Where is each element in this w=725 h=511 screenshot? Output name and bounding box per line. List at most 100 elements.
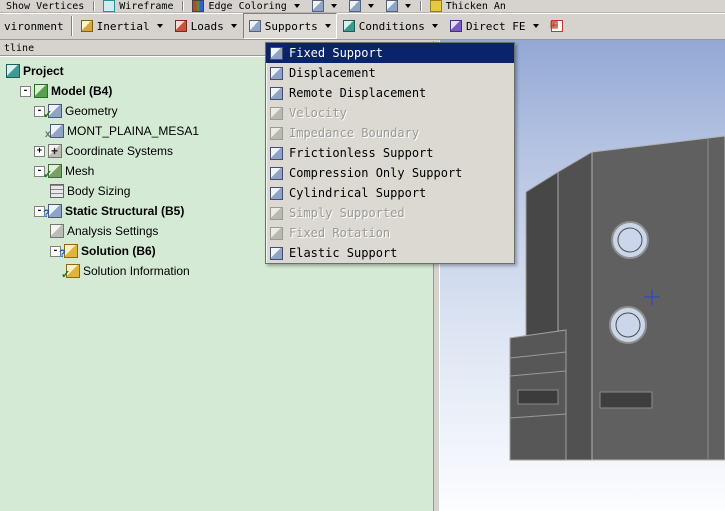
tree-item-label: Analysis Settings [67,224,159,238]
menu-item-elastic-support[interactable]: Elastic Support [266,243,514,263]
menu-item-label: Remote Displacement [289,86,427,100]
geometry-icon [43,104,62,121]
tree-item-label: Body Sizing [67,184,131,198]
menu-item-velocity: Velocity [266,103,514,123]
coordinate-systems-icon [48,144,62,161]
environment-toolbar: vironment Inertial Loads Supports Condit… [0,13,725,40]
wireframe-icon [103,0,116,12]
outline-header-label: tline [4,42,35,54]
tree-item-label: Project [23,64,64,78]
supports-icon [248,20,261,32]
dropdown-arrow-icon [293,4,300,8]
conditions-button[interactable]: Conditions [337,13,444,39]
edge-coloring-icon [192,0,205,12]
tree-item-label: Solution (B6) [81,244,156,258]
show-vertices-label: Show Vertices [6,0,85,12]
direct-fe-label: Direct FE [465,19,526,33]
menu-item-cylindrical-support[interactable]: Cylindrical Support [266,183,514,203]
wireframe-button[interactable]: Wireframe [97,0,179,12]
tree-item-label: Static Structural (B5) [65,204,185,218]
dropdown-arrow-icon [532,24,539,28]
body-sizing-icon [50,184,64,198]
thicken-annotations-label: Thicken An [445,0,506,12]
dropdown-arrow-icon [324,24,331,28]
thicken-annotations-button[interactable]: Thicken An [424,0,512,12]
tree-item-label: Coordinate Systems [65,144,174,158]
edge-option2-button[interactable] [343,0,380,12]
edge-option-button[interactable] [306,0,343,12]
remote-displacement-icon [270,86,283,100]
tree-item-label: Mesh [65,164,95,178]
edge-option2-icon [348,0,361,12]
model-icon [34,84,48,98]
menu-item-impedance-boundary: Impedance Boundary [266,123,514,143]
conditions-label: Conditions [358,19,425,33]
conditions-icon [342,20,355,32]
menu-item-compression-only-support[interactable]: Compression Only Support [266,163,514,183]
nodal-orientation-button[interactable] [545,13,569,39]
dropdown-arrow-icon [330,4,337,8]
elastic-support-icon [270,246,283,260]
show-vertices-button[interactable]: Show Vertices [0,0,90,12]
dropdown-arrow-icon [156,24,163,28]
supports-label: Supports [264,19,318,33]
impedance-boundary-icon [270,126,283,140]
menu-item-label: Elastic Support [289,246,398,260]
tree-item-label: Solution Information [83,264,190,278]
solution-information-icon [61,264,80,281]
tree-item-solution-information[interactable]: Solution Information [0,261,433,281]
inertial-button[interactable]: Inertial [75,13,169,39]
simply-supported-icon [270,206,283,220]
edge-option-icon [311,0,324,12]
tree-item-label: Model (B4) [51,84,113,98]
menu-item-simply-supported: Simply Supported [266,203,514,223]
edge-option3-button[interactable] [380,0,417,12]
tree-item-label: Geometry [65,104,118,118]
collapse-expander-icon[interactable] [20,85,31,97]
solution-icon [59,244,78,260]
project-icon [6,64,20,78]
toolbar-separator [70,15,72,37]
displacement-icon [270,66,283,80]
thicken-annotations-icon [429,0,442,12]
expand-expander-icon[interactable] [34,145,45,157]
frictionless-support-icon [270,146,283,160]
red-grid-icon [550,18,563,32]
loads-button[interactable]: Loads [169,13,243,39]
edge-coloring-label: Edge Coloring [208,0,287,12]
dropdown-arrow-icon [431,24,438,28]
dropdown-arrow-icon [230,24,237,28]
menu-item-frictionless-support[interactable]: Frictionless Support [266,143,514,163]
direct-fe-icon [449,20,462,32]
menu-item-label: Impedance Boundary [289,126,420,140]
dropdown-arrow-icon [367,4,374,8]
cylindrical-support-icon [270,186,283,200]
inertial-label: Inertial [96,19,150,33]
compression-only-support-icon [270,166,283,180]
fixed-support-icon [270,46,283,60]
tree-item-label: MONT_PLAINA_MESA1 [67,124,200,138]
dropdown-arrow-icon [404,4,411,8]
loads-icon [174,20,187,32]
supports-dropdown-menu: Fixed Support Displacement Remote Displa… [265,42,515,264]
menu-item-label: Velocity [289,106,347,120]
menu-item-remote-displacement[interactable]: Remote Displacement [266,83,514,103]
menu-item-label: Compression Only Support [289,166,463,180]
wireframe-label: Wireframe [119,0,174,12]
menu-item-fixed-rotation: Fixed Rotation [266,223,514,243]
supports-button[interactable]: Supports [242,13,337,39]
loads-label: Loads [190,19,224,33]
part-body-icon [45,124,64,140]
toolbar-separator [93,1,95,11]
environment-toolbar-label: vironment [4,19,64,33]
display-toolbar: Show Vertices Wireframe Edge Coloring Th… [0,0,725,13]
mesh-icon [43,164,62,181]
toolbar-separator [182,1,184,11]
analysis-settings-icon [50,224,64,238]
direct-fe-button[interactable]: Direct FE [444,13,545,39]
menu-item-fixed-support[interactable]: Fixed Support [266,43,514,63]
edge-coloring-button[interactable]: Edge Coloring [186,0,305,12]
menu-item-displacement[interactable]: Displacement [266,63,514,83]
app-window: Show Vertices Wireframe Edge Coloring Th… [0,0,725,511]
menu-item-label: Fixed Support [289,46,383,60]
